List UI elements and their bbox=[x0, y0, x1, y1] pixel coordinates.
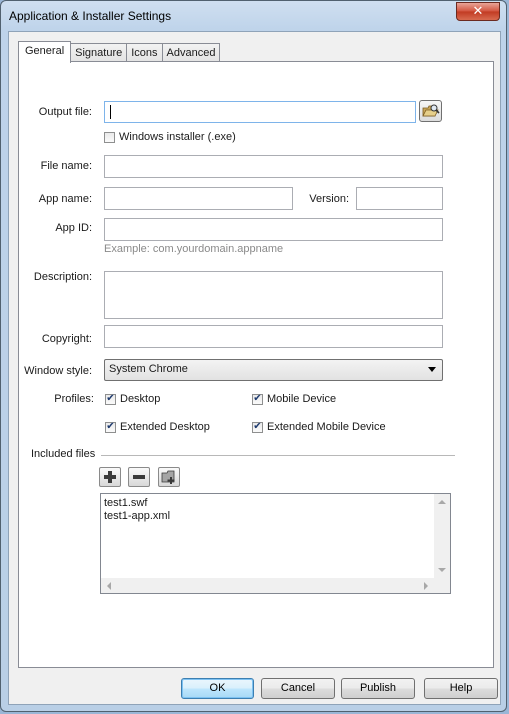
add-folder-button[interactable] bbox=[158, 467, 180, 487]
general-tab-panel: Output file: Windows installer (.exe) Fi… bbox=[18, 61, 494, 668]
vertical-scrollbar[interactable] bbox=[434, 494, 450, 578]
scroll-down-icon bbox=[438, 568, 446, 572]
profile-extended-mobile-device-checkbox[interactable]: Extended Mobile Device bbox=[252, 421, 386, 433]
checkbox-box bbox=[252, 421, 263, 433]
minus-icon bbox=[133, 475, 145, 479]
tab-icons[interactable]: Icons bbox=[126, 43, 163, 62]
tab-advanced[interactable]: Advanced bbox=[161, 43, 221, 62]
windows-installer-checkbox[interactable]: Windows installer (.exe) bbox=[104, 131, 236, 143]
app-name-input[interactable] bbox=[104, 187, 293, 210]
profile-desktop-label: Desktop bbox=[120, 393, 161, 405]
version-input[interactable] bbox=[356, 187, 443, 210]
window-style-label: Window style: bbox=[24, 365, 92, 377]
profile-extended-desktop-checkbox[interactable]: Extended Desktop bbox=[105, 421, 210, 433]
publish-button[interactable]: Publish bbox=[341, 678, 415, 699]
tab-signature[interactable]: Signature bbox=[70, 43, 128, 62]
app-id-label: App ID: bbox=[55, 222, 92, 234]
settings-dialog: Application & Installer Settings ✕ Gener… bbox=[0, 0, 507, 712]
cancel-button[interactable]: Cancel bbox=[261, 678, 335, 699]
window-style-value: System Chrome bbox=[109, 363, 188, 375]
description-textarea[interactable] bbox=[104, 271, 443, 319]
plus-icon bbox=[104, 471, 116, 483]
help-button[interactable]: Help bbox=[424, 678, 498, 699]
close-icon: ✕ bbox=[472, 4, 484, 19]
checkbox-box bbox=[105, 421, 116, 433]
tab-general[interactable]: General bbox=[18, 41, 72, 63]
list-item[interactable]: test1.swf bbox=[104, 497, 170, 510]
version-label: Version: bbox=[309, 193, 349, 205]
app-id-hint: Example: com.yourdomain.appname bbox=[104, 243, 284, 255]
included-files-label: Included files bbox=[31, 448, 96, 460]
checkbox-box bbox=[252, 393, 263, 405]
dropdown-arrow-icon bbox=[428, 367, 436, 372]
horizontal-scrollbar[interactable] bbox=[101, 578, 434, 593]
scrollbar-corner bbox=[434, 578, 450, 593]
close-button[interactable]: ✕ bbox=[456, 2, 500, 21]
browse-button[interactable] bbox=[419, 100, 442, 122]
text-caret bbox=[110, 105, 111, 119]
profile-mobile-device-label: Mobile Device bbox=[267, 393, 337, 405]
scroll-left-icon bbox=[107, 582, 111, 590]
add-folder-icon bbox=[161, 470, 175, 484]
scroll-up-icon bbox=[438, 500, 446, 504]
copyright-input[interactable] bbox=[104, 325, 443, 348]
tab-strip: General Signature Icons Advanced bbox=[18, 41, 221, 63]
profiles-label: Profiles: bbox=[54, 393, 94, 405]
add-file-button[interactable] bbox=[99, 467, 121, 487]
included-files-divider bbox=[101, 455, 455, 456]
profile-mobile-device-checkbox[interactable]: Mobile Device bbox=[252, 393, 336, 405]
file-list-items: test1.swf test1-app.xml bbox=[104, 497, 170, 523]
ok-button[interactable]: OK bbox=[181, 678, 254, 699]
app-id-input[interactable] bbox=[104, 218, 443, 241]
title-bar[interactable]: Application & Installer Settings ✕ bbox=[1, 1, 506, 31]
remove-file-button[interactable] bbox=[128, 467, 150, 487]
window-title: Application & Installer Settings bbox=[9, 9, 172, 23]
profile-extended-desktop-label: Extended Desktop bbox=[120, 421, 210, 433]
copyright-label: Copyright: bbox=[41, 333, 92, 345]
app-name-label: App name: bbox=[38, 193, 92, 205]
scroll-right-icon bbox=[424, 582, 428, 590]
list-item[interactable]: test1-app.xml bbox=[104, 510, 170, 523]
dialog-client-area: General Signature Icons Advanced Output … bbox=[8, 31, 501, 705]
windows-installer-label: Windows installer (.exe) bbox=[119, 131, 236, 143]
window-style-dropdown[interactable]: System Chrome bbox=[104, 359, 443, 381]
folder-browse-icon bbox=[422, 104, 440, 117]
included-files-list[interactable]: test1.swf test1-app.xml bbox=[100, 493, 451, 594]
file-name-input[interactable] bbox=[104, 155, 443, 178]
file-name-label: File name: bbox=[40, 160, 92, 172]
output-file-label: Output file: bbox=[38, 106, 92, 118]
output-file-input[interactable] bbox=[104, 101, 416, 123]
profile-desktop-checkbox[interactable]: Desktop bbox=[105, 393, 160, 405]
checkbox-box bbox=[104, 131, 115, 143]
description-label: Description: bbox=[33, 271, 92, 283]
checkbox-box bbox=[105, 393, 116, 405]
profile-extended-mobile-device-label: Extended Mobile Device bbox=[267, 421, 386, 433]
